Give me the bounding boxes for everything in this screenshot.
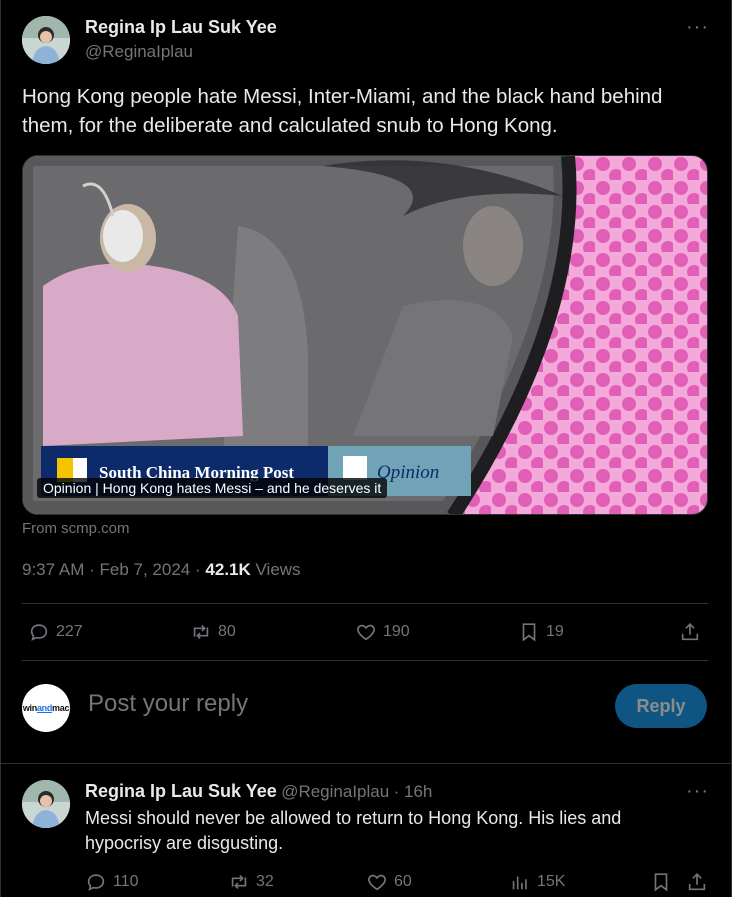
reply-handle[interactable]: @ReginaIplau	[281, 782, 389, 801]
tweet-time[interactable]: 9:37 AM	[22, 560, 84, 579]
reply-count: 110	[113, 873, 139, 890]
share-icon	[681, 623, 699, 641]
retweet-icon	[193, 624, 209, 640]
divider	[22, 660, 708, 661]
reply-action[interactable]: 227	[28, 621, 83, 643]
avatar-text: mac	[52, 703, 70, 713]
reply-action[interactable]: 110	[85, 871, 139, 893]
like-action[interactable]: 190	[355, 621, 410, 643]
retweet-icon	[231, 874, 247, 890]
reply-author-avatar[interactable]	[22, 780, 70, 828]
tweet-meta: 9:37 AM · Feb 7, 2024 · 42.1K Views	[22, 560, 301, 580]
reply-icon	[30, 624, 48, 641]
bookmark-count: 19	[546, 623, 564, 640]
reply-header: Regina Ip Lau Suk Yee @ReginaIplau · 16h	[85, 781, 432, 802]
card-caption: Opinion | Hong Kong hates Messi – and he…	[37, 478, 388, 498]
more-options-icon[interactable]: ···	[686, 16, 709, 39]
like-action[interactable]: 60	[366, 871, 412, 893]
author-avatar[interactable]	[22, 16, 70, 64]
meta-separator: ·	[89, 560, 95, 579]
like-count: 60	[394, 873, 412, 890]
avatar-image	[22, 16, 70, 64]
avatar-text: win	[22, 703, 37, 713]
card-image: South China Morning Post Opinion	[23, 156, 707, 514]
avatar-image	[22, 780, 70, 828]
divider	[22, 603, 708, 604]
card-source[interactable]: From scmp.com	[22, 520, 130, 537]
reply-count: 227	[56, 623, 83, 640]
views-action[interactable]: 15K	[509, 871, 565, 893]
like-count: 190	[383, 623, 410, 640]
reply-icon	[87, 874, 105, 891]
meta-separator: ·	[195, 560, 201, 579]
avatar-text: and	[36, 703, 53, 713]
share-icon	[688, 873, 706, 891]
author-handle[interactable]: @ReginaIplau	[85, 42, 193, 62]
retweet-action[interactable]: 80	[190, 621, 236, 643]
thread-separator	[0, 763, 732, 764]
share-action[interactable]	[679, 621, 701, 643]
views-count: 42.1K	[205, 560, 251, 579]
more-options-icon[interactable]: ···	[686, 780, 709, 803]
tweet-text: Hong Kong people hate Messi, Inter-Miami…	[22, 85, 663, 137]
retweet-count: 80	[218, 623, 236, 640]
reply-author-name[interactable]: Regina Ip Lau Suk Yee	[85, 781, 277, 801]
bookmark-icon	[654, 873, 668, 892]
bookmark-action[interactable]: 19	[518, 621, 564, 643]
heart-icon	[368, 874, 386, 891]
reply-input[interactable]: Post your reply	[88, 690, 248, 718]
heart-icon	[357, 624, 375, 641]
analytics-icon	[512, 876, 527, 890]
bookmark-icon	[522, 623, 536, 642]
views-count: 15K	[537, 873, 566, 890]
views-label: Views	[255, 560, 301, 579]
user-avatar[interactable]: win and mac	[22, 684, 70, 732]
bookmark-action[interactable]	[650, 871, 672, 893]
tweet-date[interactable]: Feb 7, 2024	[100, 560, 191, 579]
retweet-count: 32	[256, 873, 274, 890]
reply-text: Messi should never be allowed to return …	[85, 808, 622, 853]
reply-age[interactable]: · 16h	[394, 782, 433, 801]
link-card[interactable]: South China Morning Post Opinion Opinion…	[22, 155, 708, 515]
author-name[interactable]: Regina Ip Lau Suk Yee	[85, 17, 277, 38]
reply-button[interactable]: Reply	[615, 684, 707, 728]
share-action[interactable]	[686, 871, 708, 893]
retweet-action[interactable]: 32	[228, 871, 274, 893]
